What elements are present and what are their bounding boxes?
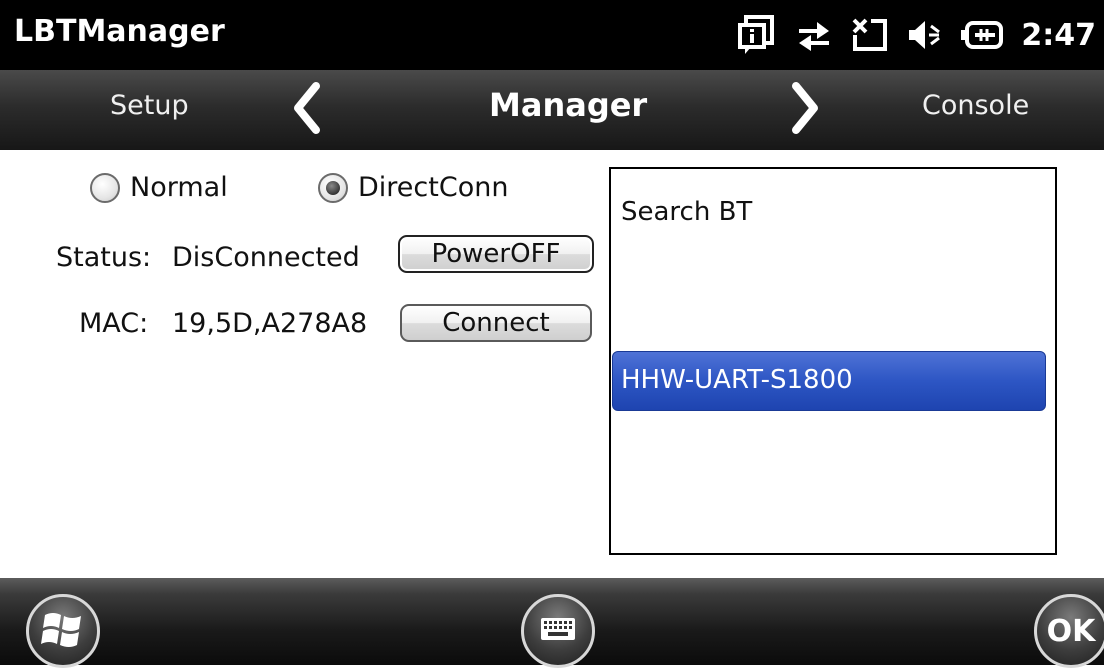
list-item-label: HHW-UART-S1800 (621, 365, 853, 395)
app-title: LBTManager (14, 14, 225, 49)
battery-charging-icon (961, 20, 1004, 50)
connect-button[interactable]: Connect (400, 304, 592, 342)
status-value: DisConnected (172, 242, 360, 273)
status-bar: LBTManager 2:47 (0, 0, 1104, 70)
data-sync-icon (795, 17, 833, 53)
power-off-button[interactable]: PowerOFF (398, 235, 594, 273)
pivot-header: Setup Manager Console (0, 70, 1104, 150)
ok-label: OK (1046, 613, 1096, 649)
status-label: Status: (56, 242, 152, 273)
radio-normal[interactable]: Normal (90, 172, 228, 203)
list-item-selected[interactable]: HHW-UART-S1800 (612, 351, 1046, 411)
start-button[interactable] (26, 594, 100, 668)
notification-icon[interactable] (737, 14, 777, 56)
keyboard-icon (540, 617, 576, 645)
radio-circle[interactable] (90, 172, 120, 203)
tab-setup[interactable]: Setup (110, 90, 189, 121)
keyboard-button[interactable] (521, 594, 595, 668)
tab-console[interactable]: Console (922, 90, 1029, 121)
no-signal-icon (851, 17, 889, 53)
chevron-right-icon[interactable] (788, 80, 824, 140)
volume-icon[interactable] (907, 18, 943, 52)
chevron-left-icon[interactable] (288, 80, 324, 140)
mac-label: MAC: (79, 308, 149, 339)
device-listbox[interactable]: Search BT HHW-UART-S1800 (609, 167, 1057, 555)
mac-value: 19,5D,A278A8 (172, 308, 368, 339)
ok-button[interactable]: OK (1034, 594, 1104, 668)
windows-icon (41, 609, 85, 653)
page-title: Manager (489, 86, 648, 124)
clock: 2:47 (1021, 17, 1096, 53)
radio-label: DirectConn (358, 172, 509, 203)
radio-label: Normal (130, 172, 228, 203)
search-bt-item[interactable]: Search BT (621, 197, 752, 227)
radio-circle[interactable] (318, 172, 348, 203)
radio-directconn[interactable]: DirectConn (318, 172, 508, 203)
status-icons: 2:47 (737, 10, 1096, 60)
